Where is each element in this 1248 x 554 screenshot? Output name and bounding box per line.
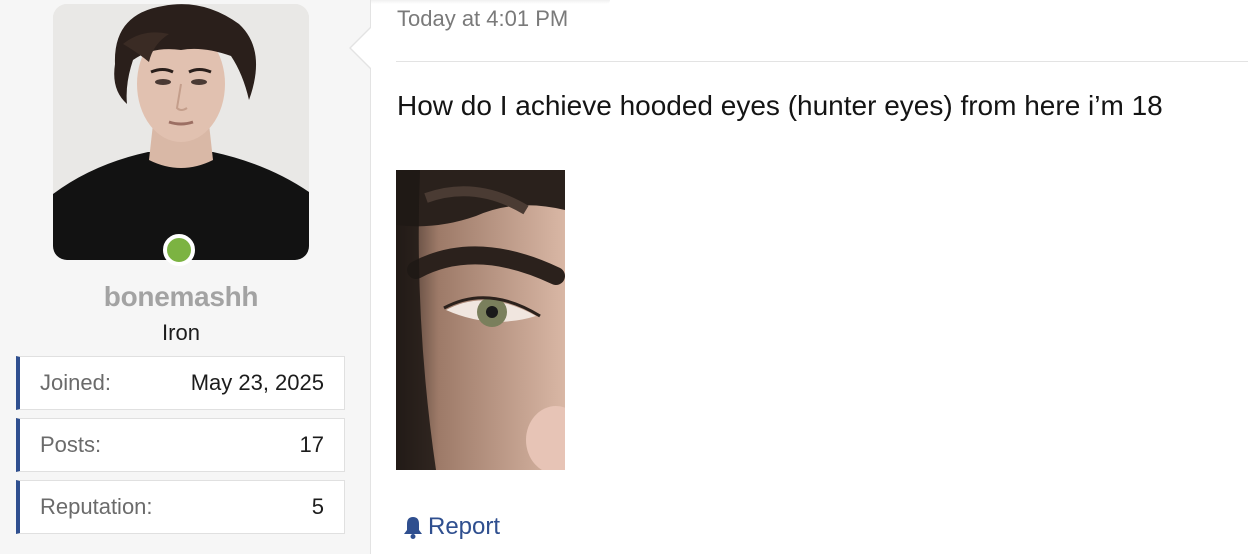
stat-label: Joined: xyxy=(40,370,111,395)
forum-post: bonemashh Iron Joined: May 23, 2025 Post… xyxy=(0,0,1248,554)
stat-label: Reputation: xyxy=(40,494,153,519)
attached-image[interactable] xyxy=(396,170,565,470)
username[interactable]: bonemashh xyxy=(0,281,362,313)
stat-value: May 23, 2025 xyxy=(190,370,324,395)
bell-icon xyxy=(404,517,422,539)
stat-value: 5 xyxy=(311,494,324,519)
user-title: Iron xyxy=(162,320,200,345)
avatar-container xyxy=(53,4,309,266)
divider xyxy=(396,61,1248,62)
stat-joined: Joined: May 23, 2025 xyxy=(16,356,345,410)
avatar[interactable] xyxy=(53,4,309,260)
message-arrow-inner xyxy=(351,27,372,69)
stat-posts: Posts: 17 xyxy=(16,418,345,472)
report-link[interactable]: Report xyxy=(402,513,500,541)
eye-closeup-image xyxy=(396,170,565,470)
post-text: How do I achieve hooded eyes (hunter eye… xyxy=(397,90,1163,121)
post-timestamp[interactable]: Today at 4:01 PM xyxy=(397,6,568,32)
user-panel: bonemashh Iron Joined: May 23, 2025 Post… xyxy=(0,0,371,554)
online-status-dot xyxy=(163,234,195,266)
report-label: Report xyxy=(428,513,501,540)
avatar-image xyxy=(53,4,309,260)
stat-value: 17 xyxy=(299,432,324,457)
stat-reputation: Reputation: 5 xyxy=(16,480,345,534)
stat-label: Posts: xyxy=(40,432,102,457)
